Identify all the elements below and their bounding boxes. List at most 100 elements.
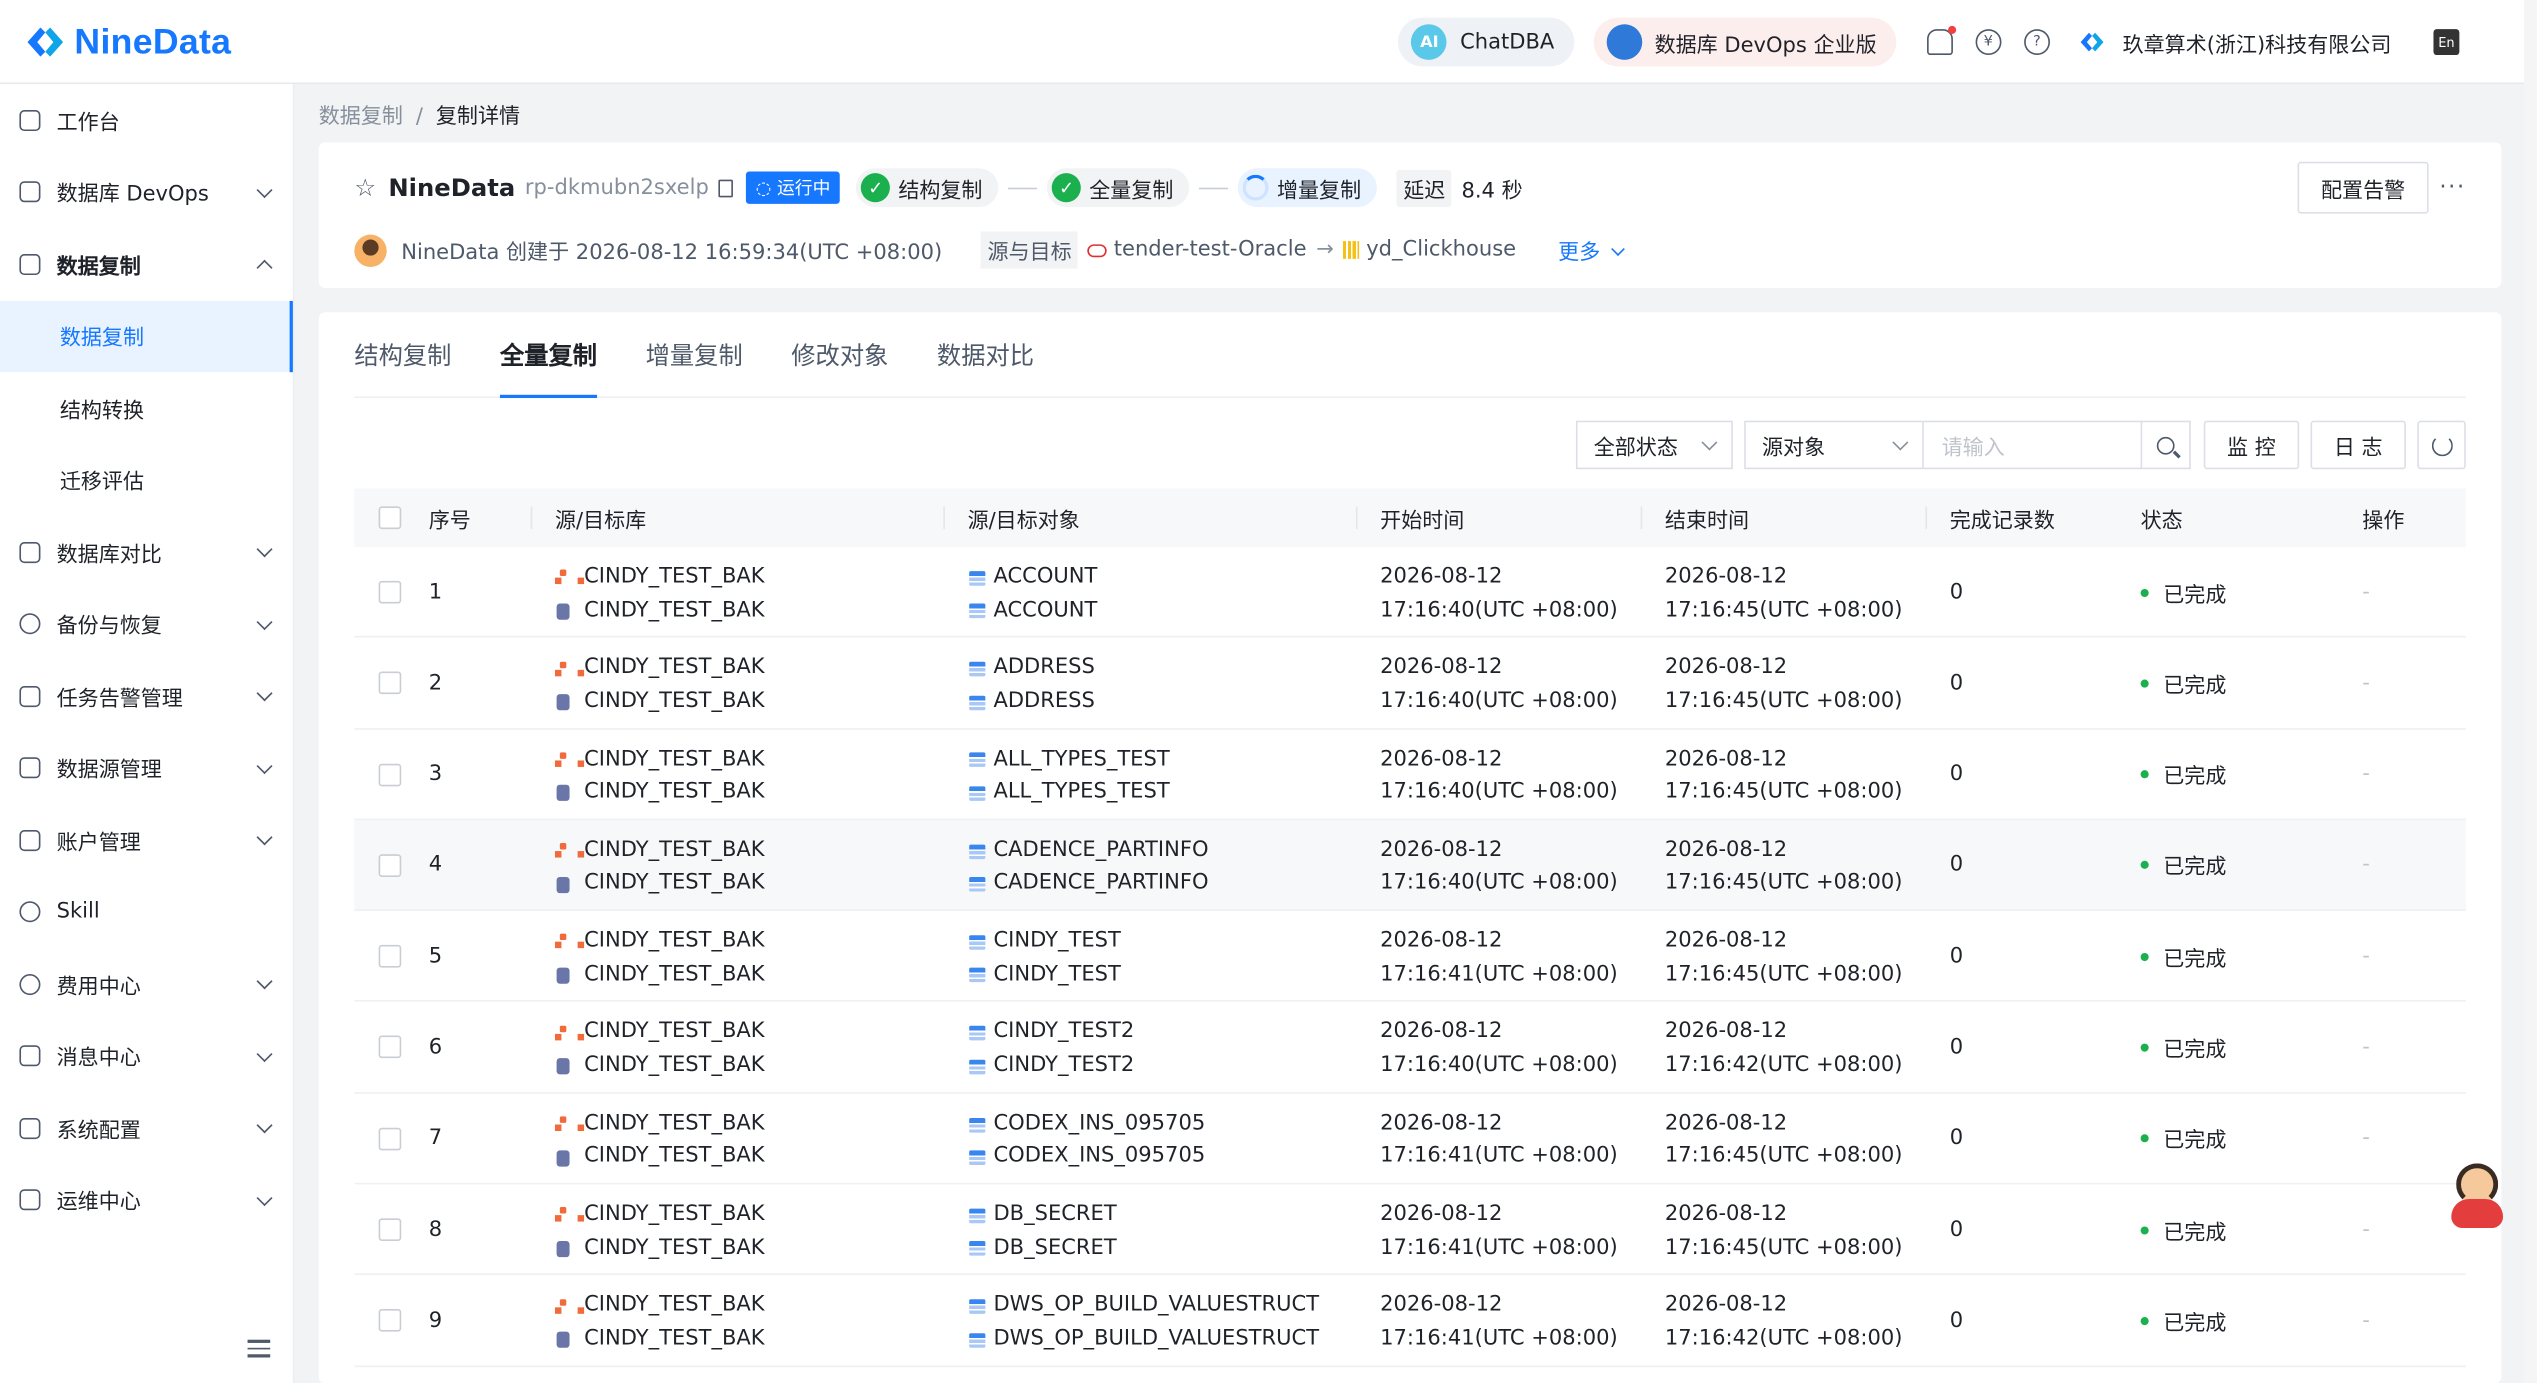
sidebar-item-account[interactable]: 账户管理 [0,804,293,876]
row-checkbox[interactable] [378,1036,402,1059]
bell-icon[interactable] [1926,25,1956,56]
target-object: CADENCE_PARTINFO [993,871,1209,896]
sidebar-item-backup[interactable]: 备份与恢复 [0,588,293,660]
sidebar-item-label: 备份与恢复 [56,615,162,640]
clickhouse-db-icon [556,1331,570,1348]
table-row[interactable]: 5 CINDY_TEST_BAK CINDY_TEST_BAK CINDY_TEST C… [354,911,2466,1003]
oracle-schema-icon [554,843,585,859]
breadcrumb-parent-link[interactable]: 数据复制 [319,105,403,129]
tab-incremental-replication[interactable]: 增量复制 [646,312,743,398]
table-row[interactable]: 9 CINDY_TEST_BAK CINDY_TEST_BAK DWS_OP_BUIL… [354,1276,2466,1367]
sidebar-item-system-config[interactable]: 系统配置 [0,1092,293,1164]
row-index: 9 [428,1308,443,1334]
object-filter-select[interactable]: 源对象 [1744,420,1924,470]
row-checkbox[interactable] [378,1309,402,1333]
source-object: ACCOUNT [993,564,1098,589]
more-link[interactable]: 更多 [1558,235,1626,265]
devops-edition-label: 数据库 DevOps 企业版 [1654,33,1877,58]
status-filter-select[interactable]: 全部状态 [1575,420,1733,470]
source-datasource[interactable]: tender-test-Oracle [1114,238,1307,262]
help-icon[interactable]: ? [2023,29,2050,56]
more-actions-icon[interactable]: ··· [2439,175,2465,201]
table-icon [969,935,986,950]
table-icon [969,1241,986,1257]
target-datasource[interactable]: yd_Clickhouse [1366,238,1516,262]
table-row[interactable]: 3 CINDY_TEST_BAK CINDY_TEST_BAK ALL_TYPES_T… [354,729,2466,821]
chevron-down-icon [256,1189,273,1206]
log-button[interactable]: 日 志 [2310,420,2406,470]
row-checkbox[interactable] [378,580,402,604]
sidebar-item-devops[interactable]: 数据库 DevOps [0,156,293,228]
sidebar-item-skill[interactable]: Skill [0,876,293,948]
tab-schema-replication[interactable]: 结构复制 [354,312,451,398]
search-input[interactable]: 请输入 [1923,420,2143,470]
row-checkbox[interactable] [378,854,402,877]
row-checkbox[interactable] [378,1218,402,1242]
row-checkbox[interactable] [378,945,402,968]
sidebar-item-label: 消息中心 [56,1047,141,1072]
devops-edition-button[interactable]: 数据库 DevOps 企业版 [1593,17,1897,67]
favorite-star-icon[interactable]: ☆ [354,175,378,200]
sidebar-item-billing[interactable]: 费用中心 [0,948,293,1020]
object-filter-value: 源对象 [1762,436,1826,461]
page-scrollbar[interactable] [2524,0,2537,1383]
main-card: 结构复制 全量复制 增量复制 修改对象 数据对比 全部状态 源对象 请输入 监 … [318,312,2502,1383]
search-button[interactable] [2142,420,2191,470]
row-checkbox[interactable] [378,1127,402,1151]
tab-data-compare[interactable]: 数据对比 [937,312,1034,398]
sidebar-subitem-migration-eval[interactable]: 迁移评估 [0,444,293,516]
sidebar-item-datasource[interactable]: 数据源管理 [0,732,293,804]
table-row[interactable]: 6 CINDY_TEST_BAK CINDY_TEST_BAK CINDY_TEST2… [354,1002,2466,1094]
copy-icon[interactable] [718,178,734,197]
tab-full-replication[interactable]: 全量复制 [499,312,598,399]
sidebar-item-messages[interactable]: 消息中心 [0,1020,293,1092]
sidebar-item-label: 数据源管理 [56,759,162,784]
company-name: 玖章算术(浙江)科技有限公司 [2122,33,2392,58]
target-object: CINDY_TEST [993,962,1121,987]
configure-alarm-button[interactable]: 配置告警 [2297,161,2429,214]
monitor-button[interactable]: 监 控 [2203,420,2300,470]
row-index: 1 [428,580,443,605]
row-status: 已完成 [2163,1129,2227,1155]
refresh-button[interactable] [2417,420,2466,470]
tab-modify-objects[interactable]: 修改对象 [791,312,888,398]
table-row[interactable]: 8 CINDY_TEST_BAK CINDY_TEST_BAK DB_SECRET DB… [354,1185,2466,1276]
chatdba-button[interactable]: AI ChatDBA [1398,17,1574,67]
yen-icon[interactable]: ¥ [1975,29,2002,56]
globe-icon [1606,24,1642,60]
delay-value: 8.4 秒 [1461,178,1523,204]
start-time: 17:16:41(UTC +08:00) [1380,962,1618,987]
source-object: CADENCE_PARTINFO [993,837,1209,863]
ninedata-logo[interactable]: NineData [23,19,232,64]
language-icon[interactable]: En [2433,29,2460,56]
sidebar-subitem-schema-convert[interactable]: 结构转换 [0,372,293,444]
tab-bar: 结构复制 全量复制 增量复制 修改对象 数据对比 [354,312,2466,399]
sidebar-item-replication[interactable]: 数据复制 [0,228,293,300]
sidebar-subitem-replication[interactable]: 数据复制 [0,300,293,373]
company-switcher[interactable]: 玖章算术(浙江)科技有限公司 [2077,27,2392,58]
sidebar-item-db-compare[interactable]: 数据库对比 [0,516,293,588]
creator-info: NineData 创建于 2026-08-12 16:59:34(UTC +08… [401,241,943,266]
status-dot-icon [2140,1043,2149,1052]
start-time: 17:16:40(UTC +08:00) [1380,688,1618,714]
customer-service-avatar[interactable] [2446,1160,2507,1231]
clickhouse-db-icon [556,1240,570,1257]
collapse-sidebar-icon[interactable] [247,1339,271,1359]
source-db: CINDY_TEST_BAK [584,746,765,772]
source-object: ALL_TYPES_TEST [993,746,1170,772]
start-date: 2026-08-12 [1380,746,1503,772]
sidebar-item-ops[interactable]: 运维中心 [0,1164,293,1236]
row-checkbox[interactable] [378,763,402,786]
sidebar-item-task-alarm[interactable]: 任务告警管理 [0,660,293,732]
table-row[interactable]: 4 CINDY_TEST_BAK CINDY_TEST_BAK CADENCE_PAR… [354,820,2466,912]
header-object: 源/目标对象 [967,508,1080,534]
row-checkbox[interactable] [378,671,402,695]
table-row[interactable]: 1 CINDY_TEST_BAK CINDY_TEST_BAK ACCOUNT ACCO… [354,547,2466,638]
start-time: 17:16:40(UTC +08:00) [1380,780,1618,805]
target-db: CINDY_TEST_BAK [584,1144,765,1169]
sidebar-item-workbench[interactable]: 工作台 [0,84,293,156]
row-action: - [2362,580,2370,605]
table-row[interactable]: 7 CINDY_TEST_BAK CINDY_TEST_BAK CODEX_INS_0… [354,1093,2466,1185]
select-all-checkbox[interactable] [378,506,402,530]
table-row[interactable]: 2 CINDY_TEST_BAK CINDY_TEST_BAK ADDRESS ADDR… [354,638,2466,730]
